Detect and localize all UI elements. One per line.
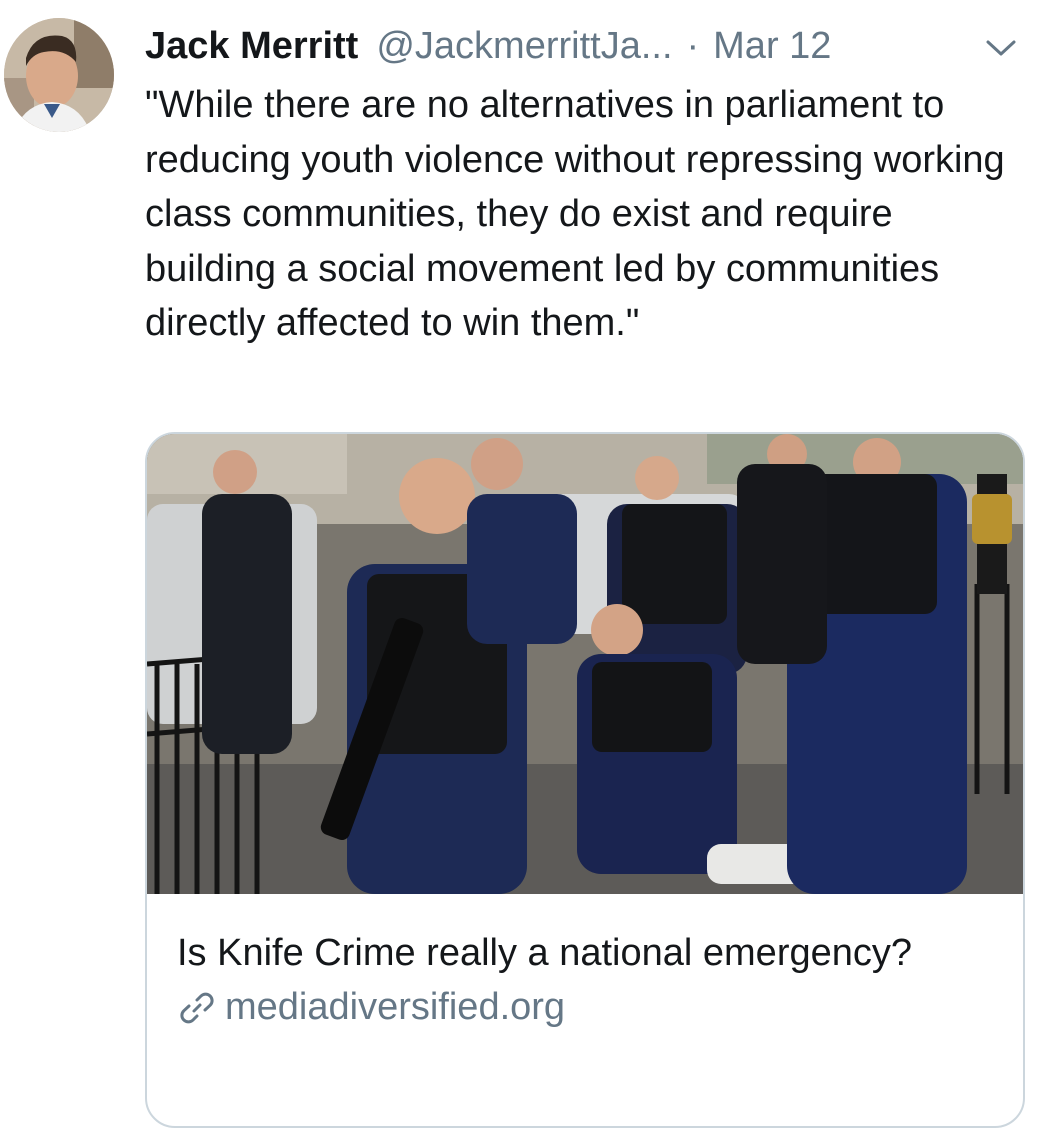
- avatar[interactable]: [4, 18, 114, 132]
- card-link[interactable]: mediadiversified.org: [177, 986, 993, 1029]
- tweet-header: Jack Merritt @JackmerrittJa... · Mar 12: [145, 22, 1029, 70]
- link-icon: [177, 988, 217, 1028]
- card-title[interactable]: Is Knife Crime really a national emergen…: [177, 926, 993, 980]
- author-handle[interactable]: @JackmerrittJa...: [376, 25, 672, 68]
- tweet[interactable]: Jack Merritt @JackmerrittJa... · Mar 12 …: [0, 0, 1049, 1143]
- tweet-date[interactable]: Mar 12: [713, 25, 831, 68]
- card-image[interactable]: [147, 434, 1023, 894]
- tweet-text: "While there are no alternatives in parl…: [145, 84, 1005, 344]
- link-card[interactable]: Is Knife Crime really a national emergen…: [145, 432, 1025, 1128]
- chevron-down-icon[interactable]: [981, 28, 1021, 68]
- card-domain[interactable]: mediadiversified.org: [225, 986, 565, 1029]
- author-name[interactable]: Jack Merritt: [145, 25, 358, 68]
- separator-dot: ·: [686, 24, 700, 67]
- card-meta: Is Knife Crime really a national emergen…: [177, 926, 993, 1029]
